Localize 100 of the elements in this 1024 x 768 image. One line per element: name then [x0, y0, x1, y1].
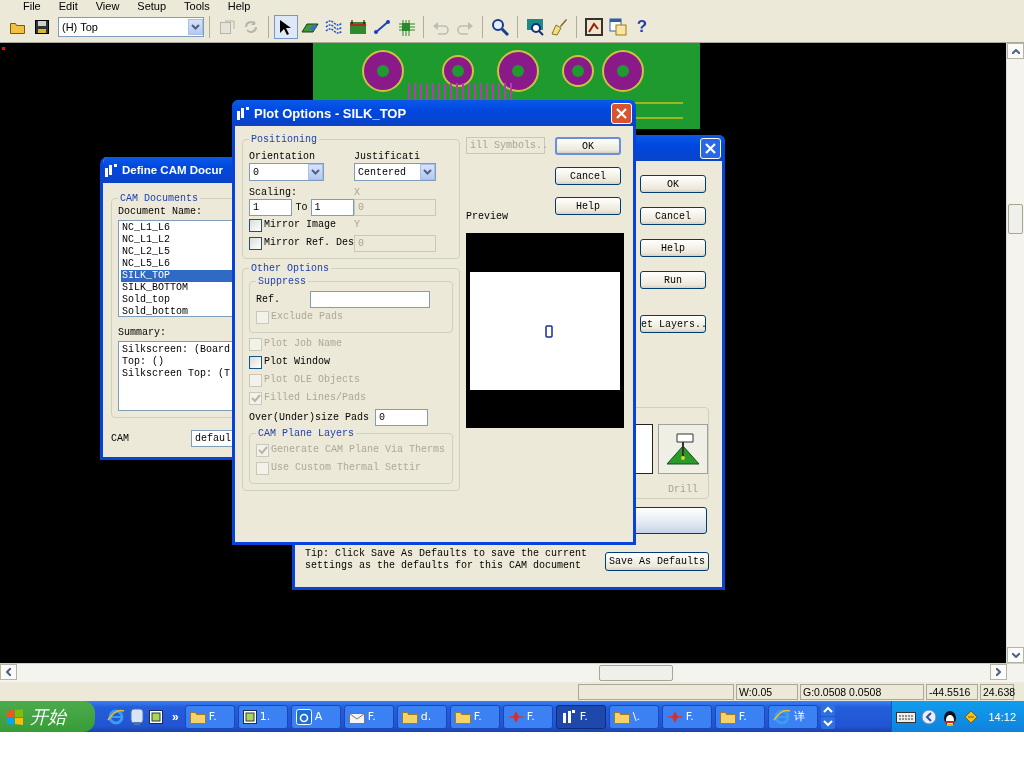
taskbar-button[interactable]: F.	[661, 704, 712, 729]
folder-icon	[613, 709, 630, 724]
menu-item[interactable]: Setup	[128, 1, 176, 12]
summary-line: Top: ()	[122, 356, 165, 368]
checkbox-label: Mirror Image	[264, 219, 336, 231]
window-title: Define CAM Docur	[122, 164, 223, 176]
justification-dropdown[interactable]: Centered	[354, 163, 436, 181]
checkbox-label: Plot Window	[264, 356, 330, 368]
scroll-up-icon[interactable]	[820, 704, 835, 716]
device-tile[interactable]	[658, 424, 708, 474]
tool-button[interactable]	[582, 15, 606, 39]
board-outline-icon	[349, 19, 367, 35]
folder-icon	[10, 20, 26, 34]
taskbar-button[interactable]: d.	[396, 704, 447, 729]
checkbox-label: Use Custom Thermal Settir	[271, 462, 422, 474]
scrollbar-thumb[interactable]	[599, 665, 673, 681]
window-app-icon	[236, 106, 250, 120]
layer-dropdown[interactable]: (H) Top	[58, 17, 204, 37]
dialog-button[interactable]: Help	[555, 197, 621, 215]
pin-icon	[666, 709, 683, 724]
layers-button[interactable]: et Layers..	[640, 315, 706, 333]
field-label: Over(Under)size Pads	[249, 411, 370, 424]
field-label: Y	[354, 219, 361, 231]
menu-item[interactable]: Edit	[49, 1, 87, 12]
tool-button[interactable]	[606, 15, 630, 39]
circular-arrows-icon	[243, 19, 259, 35]
list-item[interactable]: NC_L2_L5	[121, 246, 237, 258]
taskbar-button[interactable]: A	[290, 704, 341, 729]
group-title: Positioning	[250, 134, 318, 145]
status-field: -44.5516	[926, 683, 978, 700]
scale-field[interactable]: 1	[310, 199, 354, 216]
browser-e-icon[interactable]	[107, 707, 125, 726]
summary-line: Silkscreen: (Board	[122, 344, 232, 356]
vertical-scrollbar[interactable]	[1006, 43, 1024, 663]
oversize-field[interactable]: 0	[375, 409, 429, 426]
menu-item[interactable]: View	[86, 1, 129, 12]
more-chevron[interactable]: »	[172, 709, 179, 724]
scale-field[interactable]: 1	[249, 199, 293, 216]
dialog-button[interactable]: OK	[555, 137, 621, 155]
device-label: Drill	[668, 484, 698, 495]
taskbar-button[interactable]: F.	[502, 704, 553, 729]
windows-icon	[609, 18, 627, 36]
checkbox[interactable]	[249, 218, 262, 232]
dialog-button[interactable]: Cancel	[640, 207, 706, 225]
desktop-icon[interactable]	[130, 707, 144, 726]
checkbox-label: Mirror Ref. Des	[264, 237, 354, 249]
dropdown-value: Centered	[357, 166, 407, 178]
tool-button[interactable]: ?	[630, 15, 654, 39]
taskbar-button[interactable]: 1.	[237, 704, 288, 729]
framed-picture-icon	[585, 18, 603, 36]
dialog-button[interactable]: Cancel	[555, 167, 621, 185]
close-button[interactable]	[700, 137, 721, 159]
taskbar-button[interactable]: \.	[608, 704, 659, 729]
list-item[interactable]: NC_L1_L2	[121, 234, 237, 246]
menu-item[interactable]: Tools	[175, 1, 219, 12]
list-item[interactable]: NC_L5_L6	[121, 258, 237, 270]
checkbox-label: Plot Job Name	[264, 338, 342, 350]
status-field: W:0.05	[736, 683, 798, 700]
checkbox-label: Plot OLE Objects	[264, 374, 360, 386]
scroll-down-icon[interactable]	[820, 717, 835, 729]
dialog-button[interactable]: Help	[640, 239, 706, 257]
framed-square-icon[interactable]	[149, 709, 163, 724]
list-item[interactable]: SILK_BOTTOM	[121, 282, 237, 294]
orientation-dropdown[interactable]: 0	[249, 163, 324, 181]
dialog-button[interactable]: Run	[640, 271, 706, 289]
group-title: CAM Plane Layers	[257, 428, 355, 439]
dialog-button[interactable]: OK	[640, 175, 706, 193]
taskbar-button[interactable]: F.	[714, 704, 765, 729]
taskbar-button[interactable]: F.	[343, 704, 394, 729]
windows-logo-icon	[6, 708, 24, 725]
menu-item[interactable]: File	[14, 1, 50, 12]
menu-item[interactable]: Help	[218, 1, 260, 12]
taskbar-button[interactable]: F.	[555, 704, 606, 729]
close-button[interactable]	[611, 102, 632, 124]
field-label: CAM	[111, 432, 129, 445]
list-item[interactable]: Sold_bottom	[121, 306, 237, 318]
taskbar-button[interactable]: F.	[184, 704, 235, 729]
pin-icon	[507, 709, 524, 724]
taskbar-button[interactable]: F.	[449, 704, 500, 729]
group-title: CAM Documents	[119, 193, 199, 204]
save-defaults-button[interactable]: Save As Defaults	[605, 552, 709, 571]
folder-icon	[454, 709, 471, 724]
tool-button[interactable]	[274, 15, 298, 39]
window-app-icon	[104, 163, 118, 177]
keyboard-icon[interactable]	[896, 709, 917, 724]
taskbar-button[interactable]: 详	[767, 704, 818, 729]
scrollbar-thumb[interactable]	[1008, 204, 1023, 234]
preview-label: Preview	[466, 211, 509, 223]
list-item[interactable]: Sold_top	[121, 294, 237, 306]
checkbox-label: Filled Lines/Pads	[264, 392, 367, 404]
list-item[interactable]: NC_L1_L6	[121, 222, 237, 234]
ref-field[interactable]	[310, 291, 430, 308]
monitor-icon	[526, 18, 544, 36]
close-icon	[705, 142, 716, 154]
folder-icon	[719, 709, 736, 724]
field-label: Justificati	[354, 151, 421, 163]
checkbox[interactable]	[249, 236, 262, 250]
field-label: Scaling:	[249, 187, 298, 199]
checkbox-label: Generate CAM Plane Via Therms	[271, 444, 446, 456]
checkbox[interactable]	[249, 355, 262, 369]
